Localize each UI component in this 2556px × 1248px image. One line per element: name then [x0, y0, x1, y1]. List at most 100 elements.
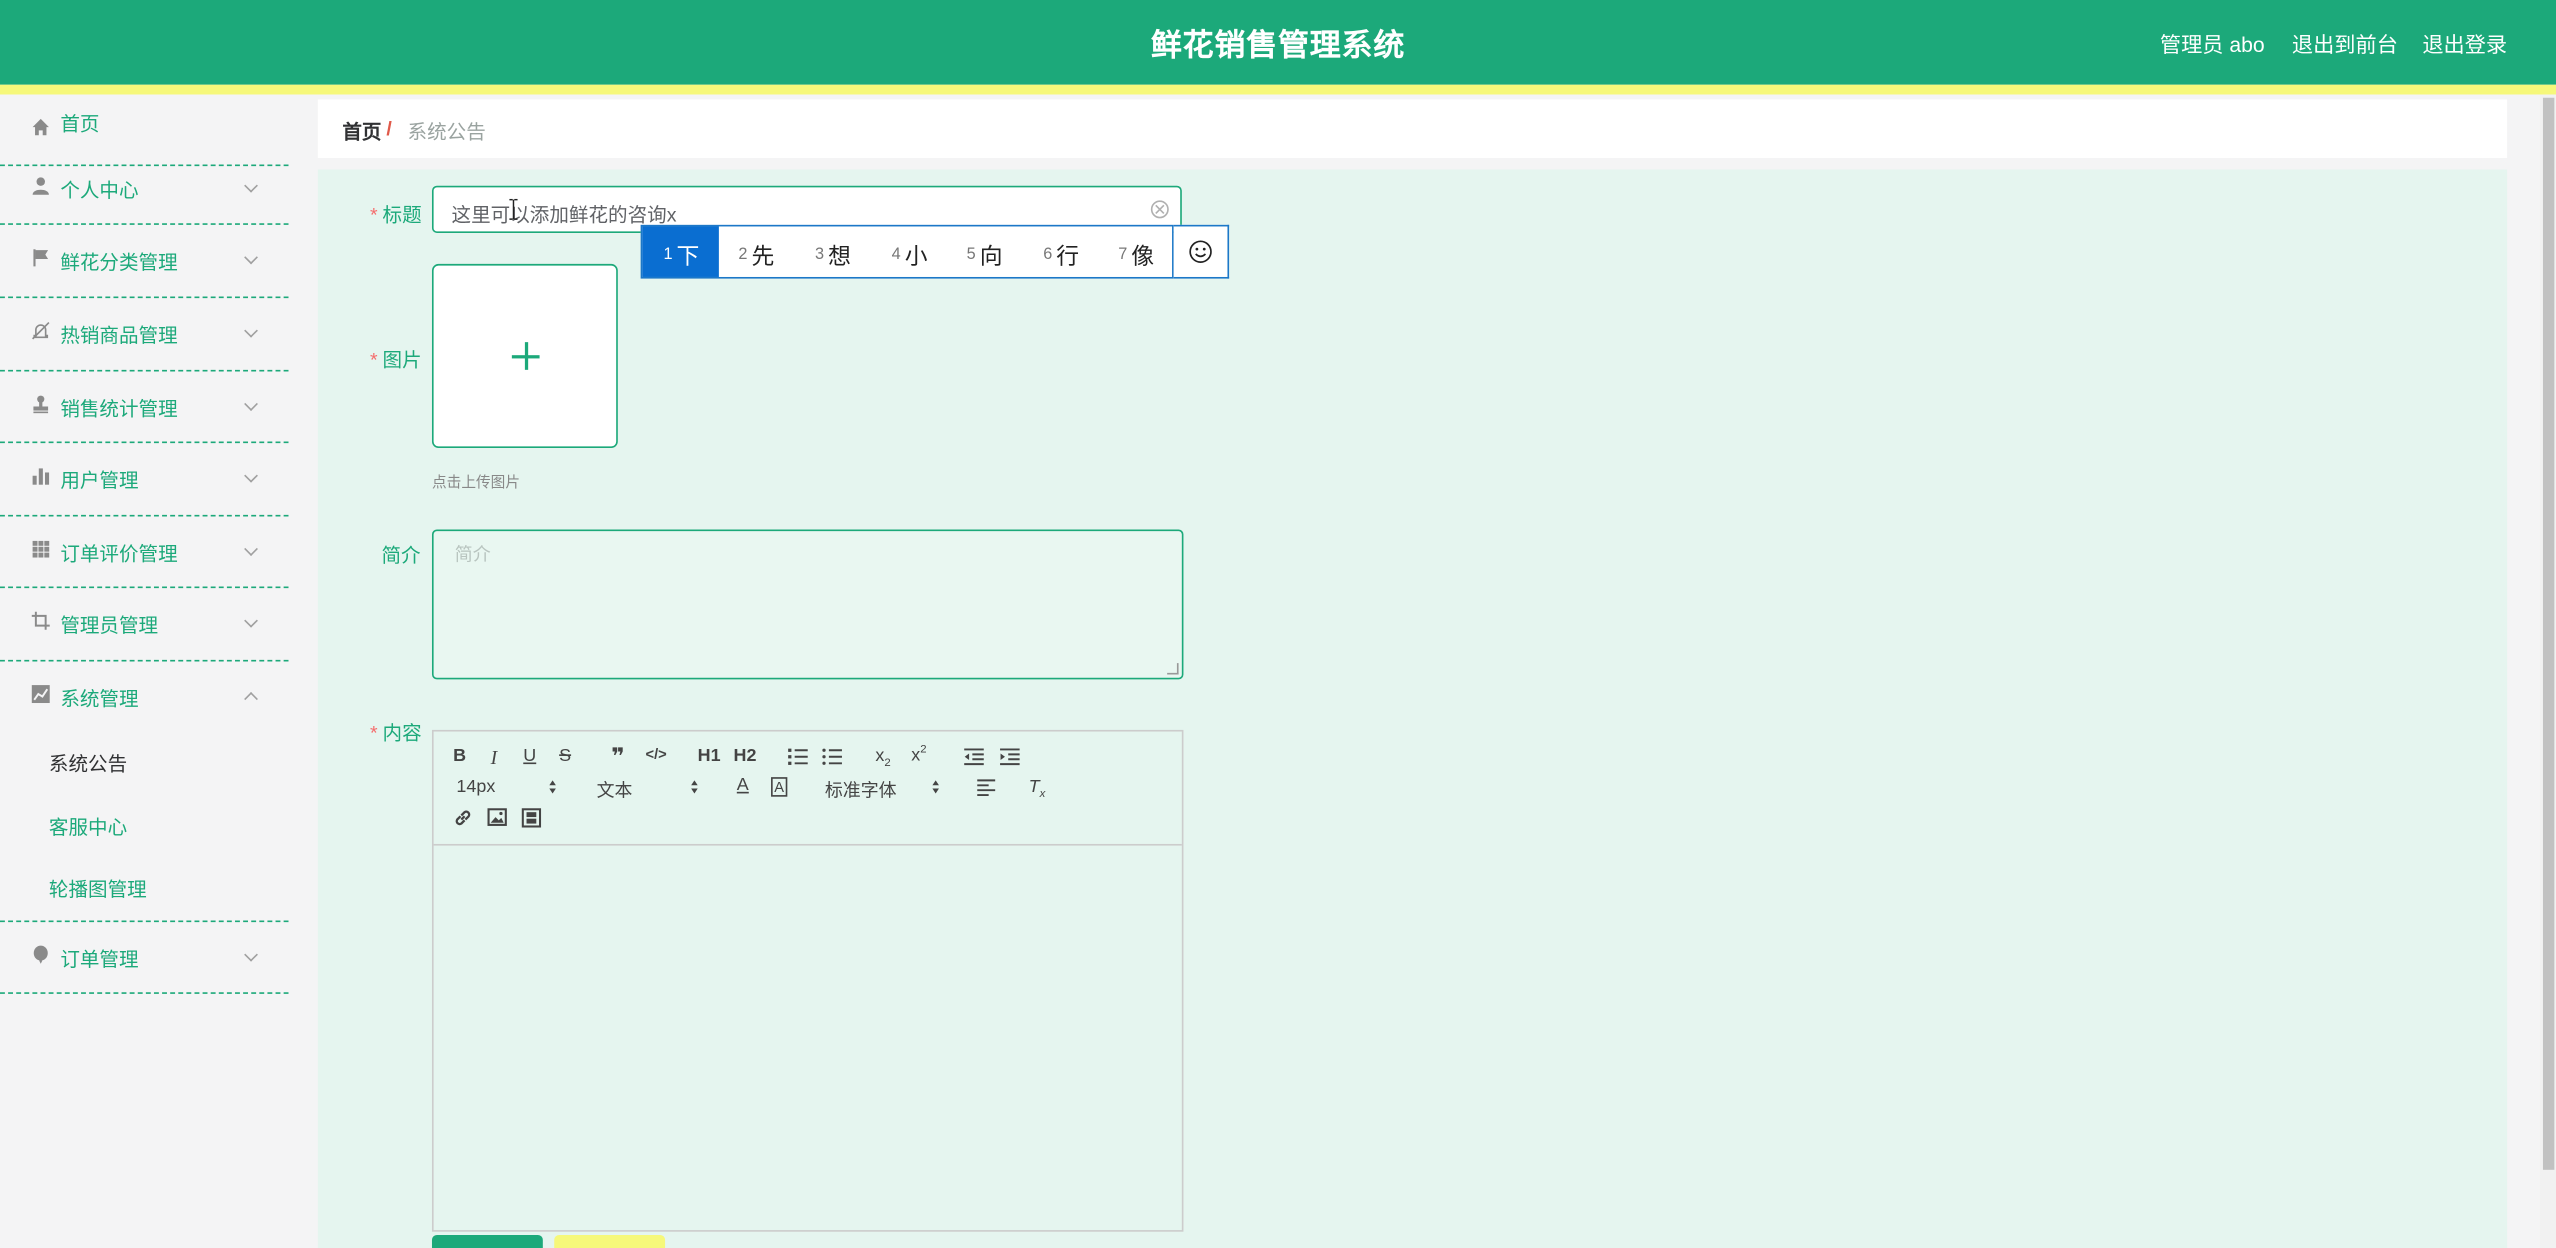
- scrollbar-thumb[interactable]: [2542, 97, 2555, 1170]
- image-upload-button[interactable]: [431, 263, 618, 449]
- stamp-icon: [33, 395, 49, 414]
- ime-candidate[interactable]: 6行: [1025, 226, 1102, 277]
- ime-candidate[interactable]: 2先: [719, 226, 796, 277]
- font-size-select[interactable]: 14px: [456, 777, 495, 797]
- sidebar-sub-item-carousel[interactable]: 轮播图管理: [49, 875, 147, 903]
- font-family-select[interactable]: 标准字体: [825, 777, 897, 803]
- sidebar-item-label: 系统管理: [60, 687, 139, 711]
- sidebar-item-admin-management[interactable]: 管理员管理: [0, 588, 289, 662]
- sidebar-item-label: 订单管理: [60, 948, 139, 972]
- sidebar-item-system-management[interactable]: 系统管理 系统公告 客服中心 轮播图管理: [0, 661, 289, 923]
- chevron-up-icon: [244, 692, 258, 706]
- sidebar-item-label: 用户管理: [60, 469, 139, 493]
- link-icon[interactable]: [453, 808, 473, 828]
- chevron-down-icon: [244, 250, 258, 265]
- breadcrumb-separator: /: [386, 117, 392, 141]
- intro-placeholder: 简介: [454, 545, 491, 566]
- select-arrows-icon: [691, 780, 698, 795]
- ordered-list-icon[interactable]: [787, 748, 808, 766]
- sidebar-item-hot-products[interactable]: 热销商品管理: [0, 298, 289, 372]
- sidebar-item-label: 鲜花分类管理: [60, 250, 178, 274]
- editor-content-area[interactable]: [434, 846, 1182, 1231]
- font-color-button[interactable]: A: [737, 776, 749, 796]
- superscript-button[interactable]: x2: [911, 745, 926, 766]
- bullet-list-icon[interactable]: [822, 748, 843, 766]
- chevron-down-icon: [244, 178, 258, 193]
- user-icon: [32, 177, 49, 195]
- logout-link[interactable]: 退出登录: [2422, 28, 2507, 59]
- line-chart-icon: [31, 685, 50, 704]
- grid-icon: [32, 540, 50, 558]
- ime-candidate[interactable]: 4小: [872, 226, 949, 277]
- cancel-button[interactable]: [554, 1234, 666, 1248]
- intro-textarea[interactable]: 简介: [431, 529, 1184, 680]
- chevron-down-icon: [244, 542, 258, 556]
- chevron-down-icon: [244, 323, 258, 338]
- exit-to-frontend-link[interactable]: 退出到前台: [2292, 28, 2398, 59]
- rich-text-editor: B I U S ❞ </> H1 H2 x2 x2 14px 文本 A A 标准…: [431, 729, 1184, 1232]
- subscript-button[interactable]: x2: [875, 746, 890, 769]
- sidebar-item-label: 首页: [60, 112, 100, 136]
- breadcrumb-home[interactable]: 首页: [342, 117, 381, 145]
- sidebar-item-label: 热销商品管理: [60, 324, 178, 348]
- home-icon: [32, 118, 49, 136]
- ime-candidate-bar: 1下 2先 3想 4小 5向 6行 7像: [640, 224, 1174, 279]
- sidebar-item-label: 销售统计管理: [60, 397, 178, 421]
- sidebar-item-sales-stats[interactable]: 销售统计管理: [0, 371, 289, 444]
- image-icon[interactable]: [487, 808, 507, 826]
- align-icon[interactable]: [976, 779, 996, 797]
- content-label: * 内容: [370, 721, 422, 745]
- image-label: * 图片: [370, 348, 422, 372]
- sidebar-sub-item-customer-service[interactable]: 客服中心: [49, 813, 127, 841]
- sidebar-item-order-management[interactable]: 订单管理: [0, 922, 289, 994]
- editor-toolbar: B I U S ❞ </> H1 H2 x2 x2 14px 文本 A A 标准…: [433, 732, 1182, 846]
- outdent-icon[interactable]: [963, 748, 984, 766]
- sidebar-item-order-reviews[interactable]: 订单评价管理: [0, 516, 289, 589]
- block-format-select[interactable]: 文本: [597, 777, 633, 803]
- video-icon[interactable]: [521, 808, 542, 828]
- smiley-icon: [1189, 240, 1212, 263]
- chevron-down-icon: [244, 397, 258, 411]
- upload-tip: 点击上传图片: [431, 474, 521, 491]
- background-color-button[interactable]: A: [771, 777, 788, 797]
- resize-handle[interactable]: [1167, 663, 1179, 675]
- submit-button[interactable]: [431, 1234, 543, 1248]
- code-block-button[interactable]: </>: [646, 746, 667, 762]
- breadcrumb: 首页 / 系统公告: [317, 99, 2508, 159]
- admin-user-link[interactable]: 管理员 abo: [2160, 28, 2265, 59]
- chevron-down-icon: [244, 947, 258, 962]
- sidebar-item-label: 订单评价管理: [60, 542, 178, 566]
- sidebar-item-label: 个人中心: [60, 179, 139, 203]
- select-arrows-icon: [549, 780, 556, 795]
- bar-chart-icon: [32, 468, 50, 485]
- sidebar-sub-item-announcements[interactable]: 系统公告: [49, 749, 127, 777]
- ime-emoji-button[interactable]: [1173, 224, 1230, 279]
- header-accent-bar: [0, 84, 2556, 95]
- clear-icon[interactable]: [1150, 200, 1169, 219]
- ime-candidate[interactable]: 3想: [795, 226, 872, 277]
- chevron-down-icon: [244, 468, 258, 483]
- ime-candidate[interactable]: 1下: [642, 226, 719, 277]
- select-arrows-icon: [932, 780, 939, 795]
- strike-button[interactable]: S: [559, 746, 571, 766]
- sidebar-item-personal-center[interactable]: 个人中心: [0, 153, 289, 225]
- ime-candidate[interactable]: 5向: [949, 226, 1026, 277]
- sidebar: 首页 个人中心 鲜花分类管理 热销商品管理 销售统计管理 用户管理 订单评价管理…: [0, 94, 289, 1248]
- bell-off-icon: [32, 322, 50, 340]
- bold-button[interactable]: B: [453, 746, 466, 766]
- title-label: * 标题: [370, 203, 422, 227]
- indent-icon[interactable]: [999, 748, 1020, 766]
- blockquote-button[interactable]: ❞: [611, 743, 624, 771]
- sidebar-item-user-management[interactable]: 用户管理: [0, 443, 289, 517]
- flag-icon: [33, 249, 49, 267]
- sidebar-item-flower-category[interactable]: 鲜花分类管理: [0, 225, 289, 299]
- italic-button[interactable]: I: [491, 746, 498, 770]
- top-header: 鲜花销售管理系统 管理员 abo 退出到前台 退出登录: [0, 0, 2556, 85]
- underline-button[interactable]: U: [523, 746, 536, 766]
- clear-format-button[interactable]: Tx: [1029, 777, 1046, 800]
- sidebar-item-label: 管理员管理: [60, 614, 159, 638]
- ime-candidate[interactable]: 7像: [1102, 226, 1179, 277]
- header2-button[interactable]: H2: [734, 746, 757, 766]
- header1-button[interactable]: H1: [698, 746, 721, 766]
- crop-icon: [31, 611, 50, 630]
